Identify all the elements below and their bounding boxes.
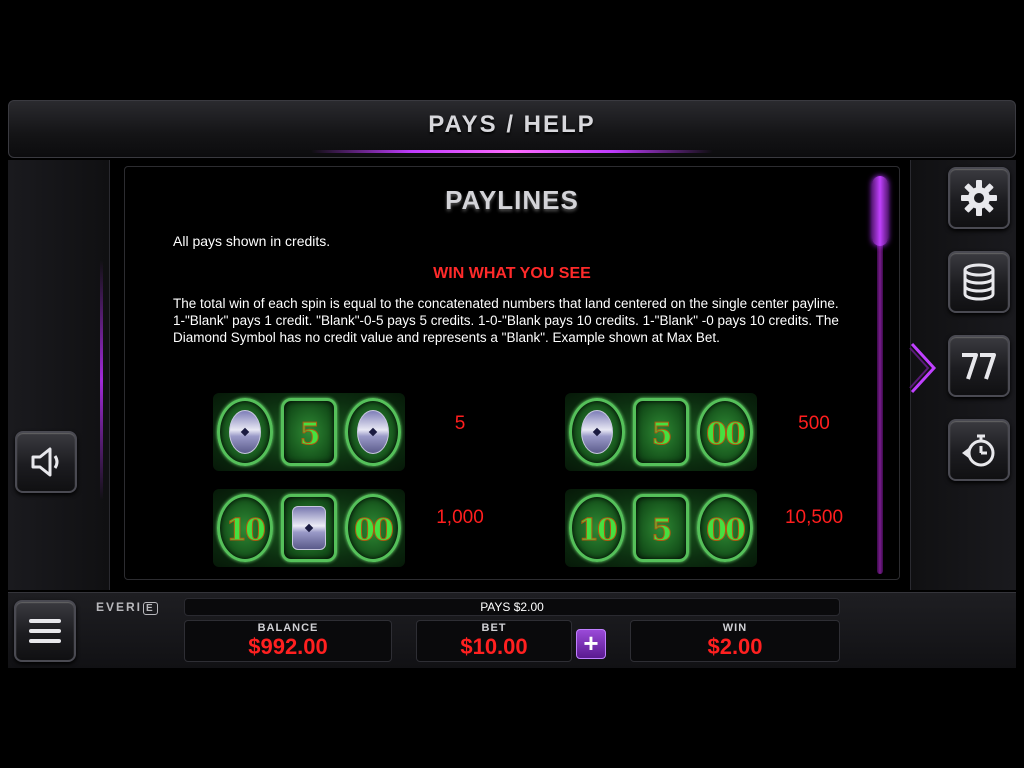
- reel-digit: 5: [633, 494, 689, 562]
- win-value: $2.00: [707, 634, 763, 659]
- credits-note: All pays shown in credits.: [173, 233, 331, 249]
- pays-message-strip: PAYS $2.00: [184, 598, 840, 616]
- panel-scrollbar-thumb[interactable]: [872, 176, 888, 246]
- history-button[interactable]: [948, 419, 1010, 481]
- game-select-button[interactable]: [948, 335, 1010, 397]
- diamond-blank-symbol: [292, 506, 326, 550]
- balance-value: $992.00: [248, 634, 328, 659]
- combo-10-blank-00: 10 00: [213, 489, 405, 567]
- combo-blank-5-00: 5 00: [565, 393, 757, 471]
- reel-digit: 00: [697, 398, 753, 466]
- diamond-blank-symbol: [581, 410, 613, 454]
- page-title: PAYS / HELP: [428, 111, 596, 138]
- paylines-panel: PAYLINES All pays shown in credits. WIN …: [124, 166, 900, 580]
- reel-blank: [569, 398, 625, 466]
- sevens-icon: [962, 353, 996, 380]
- reel-digit: 5: [633, 398, 689, 466]
- reel-digit: 00: [697, 494, 753, 562]
- reel-digit: 10: [569, 494, 625, 562]
- reel-blank: [217, 398, 273, 466]
- reel-digit: 00: [345, 494, 401, 562]
- diamond-blank-symbol: [229, 410, 261, 454]
- reel-digit: 10: [217, 494, 273, 562]
- combo-pay-value: 1,000: [436, 507, 484, 528]
- balance-meter: BALANCE $992.00: [184, 620, 392, 662]
- stopwatch-back-icon: [962, 434, 995, 467]
- settings-button[interactable]: [948, 167, 1010, 229]
- reel-blank: [345, 398, 401, 466]
- win-what-you-see-heading: WIN WHAT YOU SEE: [433, 265, 591, 282]
- combo-pay-value: 500: [798, 413, 830, 434]
- coin-stack-icon: [963, 263, 995, 301]
- win-label: WIN: [722, 622, 748, 634]
- combo-10-5-00: 10 5 00: [565, 489, 757, 567]
- balance-label: BALANCE: [257, 622, 319, 634]
- combo-pay-value: 10,500: [784, 507, 844, 528]
- diamond-blank-symbol: [357, 410, 389, 454]
- paylines-description: The total win of each spin is equal to t…: [173, 296, 839, 345]
- hamburger-icon: [29, 619, 61, 643]
- combo-blank-5-blank: 5: [213, 393, 405, 471]
- sound-button[interactable]: [15, 431, 77, 493]
- left-side-rail: [8, 160, 110, 590]
- bet-label: BET: [481, 622, 507, 634]
- reel-blank: [281, 494, 337, 562]
- gear-icon: [961, 180, 997, 216]
- reel-digit: 5: [281, 398, 337, 466]
- chevron-right-icon: [909, 342, 937, 394]
- speaker-icon: [31, 447, 59, 477]
- win-meter: WIN $2.00: [630, 620, 840, 662]
- denomination-button[interactable]: [948, 251, 1010, 313]
- combo-pay-value: 5: [454, 413, 466, 434]
- brand-logo: EVERI E: [96, 600, 158, 615]
- header-bar: PAYS / HELP: [8, 100, 1016, 158]
- panel-title: PAYLINES: [445, 185, 579, 215]
- bet-increase-button[interactable]: +: [576, 629, 606, 659]
- header-glow: [310, 150, 714, 153]
- bet-meter[interactable]: BET $10.00: [416, 620, 572, 662]
- menu-button[interactable]: [14, 600, 76, 662]
- bet-value: $10.00: [460, 634, 528, 659]
